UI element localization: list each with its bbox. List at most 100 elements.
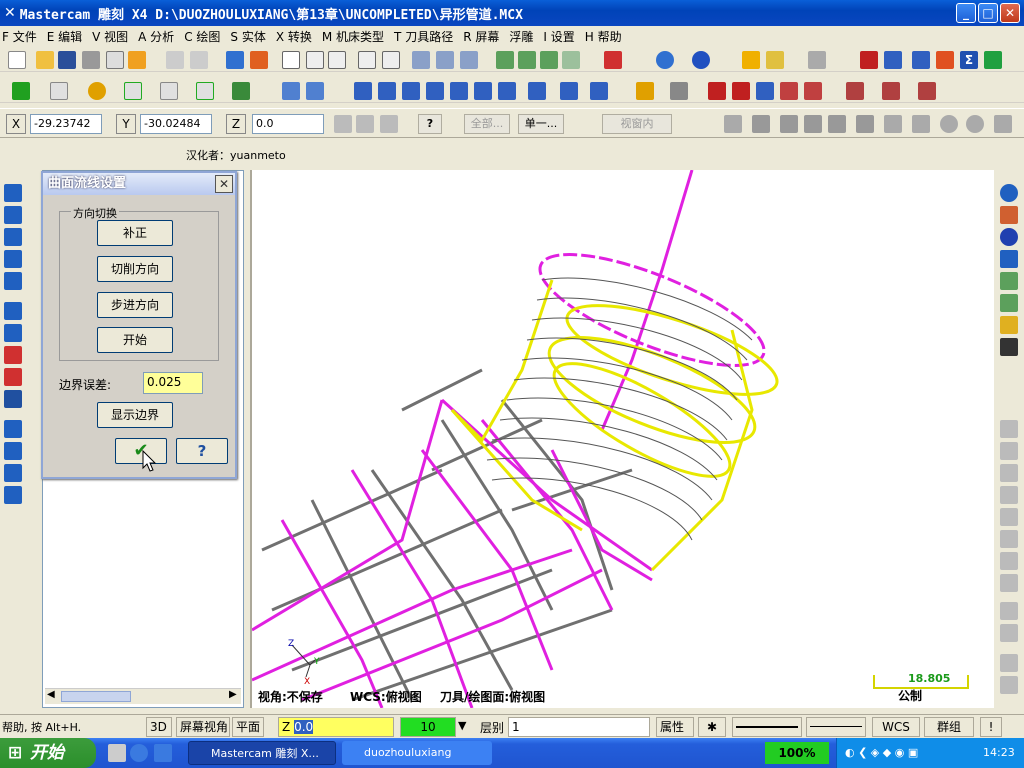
new-file-icon[interactable]	[8, 51, 26, 69]
rbar-7-icon[interactable]	[1000, 316, 1018, 334]
x-coordinate-input[interactable]: -29.23742	[30, 114, 102, 134]
rbar-19-icon[interactable]	[1000, 654, 1018, 672]
attributes-button[interactable]: 属性	[656, 717, 694, 737]
shade-icon[interactable]	[250, 51, 268, 69]
rbar-9-icon[interactable]	[1000, 420, 1018, 438]
cube-right-icon[interactable]	[562, 51, 580, 69]
grid-toggle-icon[interactable]	[380, 115, 398, 133]
chamfer-icon[interactable]	[196, 82, 214, 100]
maximize-button[interactable]: □	[978, 3, 998, 23]
spline-icon[interactable]	[160, 82, 178, 100]
menu-screen[interactable]: R 屏幕	[463, 28, 499, 45]
step-direction-button[interactable]: 步进方向	[97, 292, 173, 318]
menu-analyze[interactable]: A 分析	[138, 28, 174, 45]
rbar-6-icon[interactable]	[1000, 294, 1018, 312]
panel-hscrollbar[interactable]: ◀ ▶	[45, 688, 241, 704]
cube-front-icon[interactable]	[540, 51, 558, 69]
columns-icon[interactable]	[884, 51, 902, 69]
cut-direction-button[interactable]: 切削方向	[97, 256, 173, 282]
stock-icon[interactable]	[882, 82, 900, 100]
xform-5-icon[interactable]	[450, 82, 468, 100]
mask-9-icon[interactable]	[966, 115, 984, 133]
xform-6-icon[interactable]	[474, 82, 492, 100]
cube-top-icon[interactable]	[518, 51, 536, 69]
menu-art[interactable]: 浮雕	[509, 28, 533, 45]
lbar-12-icon[interactable]	[4, 442, 22, 460]
screen-view-button[interactable]: 屏幕视角	[176, 717, 230, 737]
modify-icon[interactable]	[282, 82, 300, 100]
lbar-14-icon[interactable]	[4, 486, 22, 504]
graphics-viewport[interactable]: Z Y X 视角:不保存 WCS:俯视图 刀具/绘图面:俯视图 18.805 公…	[250, 169, 994, 709]
tag-icon[interactable]	[780, 82, 798, 100]
eraser-icon[interactable]	[808, 51, 826, 69]
dim-icon[interactable]	[590, 82, 608, 100]
scroll-thumb[interactable]	[61, 691, 131, 702]
close-button[interactable]: ✕	[1000, 3, 1020, 23]
lbar-8-icon[interactable]	[4, 346, 22, 364]
alert-button[interactable]: !	[980, 717, 1002, 737]
cube-iso-icon[interactable]	[496, 51, 514, 69]
properties-icon[interactable]	[128, 51, 146, 69]
ie-icon[interactable]	[130, 744, 148, 762]
grid-icon[interactable]	[708, 82, 726, 100]
xform-1-icon[interactable]	[354, 82, 372, 100]
cursor-icon[interactable]	[724, 115, 742, 133]
globe-icon[interactable]	[656, 51, 674, 69]
xform-3-icon[interactable]	[402, 82, 420, 100]
mask-6-icon[interactable]	[884, 115, 902, 133]
rbar-10-icon[interactable]	[1000, 442, 1018, 460]
machine-icon[interactable]	[846, 82, 864, 100]
select-single-button[interactable]: 单一...	[518, 114, 564, 134]
line-icon[interactable]	[50, 82, 68, 100]
snap-icon[interactable]	[804, 82, 822, 100]
menu-edit[interactable]: E 编辑	[47, 28, 82, 45]
plane-button[interactable]: 平面	[232, 717, 264, 737]
mask-1-icon[interactable]	[752, 115, 770, 133]
task-mastercam[interactable]: Mastercam 雕刻 X...	[188, 741, 336, 765]
quicklaunch-1-icon[interactable]	[108, 744, 126, 762]
lbar-4-icon[interactable]	[4, 250, 22, 268]
lbar-2-icon[interactable]	[4, 206, 22, 224]
color-icon[interactable]	[936, 51, 954, 69]
rbar-18-icon[interactable]	[1000, 624, 1018, 642]
show-boundary-button[interactable]: 显示边界	[97, 402, 173, 428]
redo-icon[interactable]	[190, 51, 208, 69]
menu-machine-type[interactable]: M 机床类型	[322, 28, 384, 45]
print-preview-icon[interactable]	[106, 51, 124, 69]
menu-view[interactable]: V 视图	[92, 28, 128, 45]
pencil-icon[interactable]	[742, 51, 760, 69]
mask-2-icon[interactable]	[780, 115, 798, 133]
fastpoint-icon[interactable]	[356, 115, 374, 133]
scroll-left-icon[interactable]: ◀	[47, 689, 55, 700]
point-style-select[interactable]: ✱	[698, 717, 726, 737]
menu-toolpaths[interactable]: T 刀具路径	[394, 28, 453, 45]
rbar-5-icon[interactable]	[1000, 272, 1018, 290]
groups-button[interactable]: 群组	[924, 717, 974, 737]
menu-file[interactable]: F 文件	[2, 28, 37, 45]
pencils-icon[interactable]	[766, 51, 784, 69]
fillet-icon[interactable]	[124, 82, 142, 100]
solid-icon[interactable]	[232, 82, 250, 100]
level-select[interactable]: 1	[508, 717, 650, 737]
line-width-select[interactable]	[806, 717, 866, 737]
sum-icon[interactable]: Σ	[960, 51, 978, 69]
z-coordinate-input[interactable]: 0.0	[252, 114, 324, 134]
light-icon[interactable]	[636, 82, 654, 100]
lbar-10-icon[interactable]	[4, 390, 22, 408]
tolerance-input[interactable]: 0.025	[143, 372, 203, 394]
rbar-12-icon[interactable]	[1000, 486, 1018, 504]
zoom-in-icon[interactable]	[328, 51, 346, 69]
circle-icon[interactable]	[88, 82, 106, 100]
rbar-15-icon[interactable]	[1000, 552, 1018, 570]
door-icon[interactable]	[756, 82, 774, 100]
dialog-help-button[interactable]: ?	[176, 438, 228, 464]
xform-2-icon[interactable]	[378, 82, 396, 100]
lbar-6-icon[interactable]	[4, 302, 22, 320]
mask-8-icon[interactable]	[940, 115, 958, 133]
wcs-button[interactable]: WCS	[872, 717, 920, 737]
rbar-16-icon[interactable]	[1000, 574, 1018, 592]
zoom-window-icon[interactable]	[306, 51, 324, 69]
lbar-9-icon[interactable]	[4, 368, 22, 386]
array-icon[interactable]	[560, 82, 578, 100]
task-folder[interactable]: duozhouluxiang	[342, 741, 492, 765]
